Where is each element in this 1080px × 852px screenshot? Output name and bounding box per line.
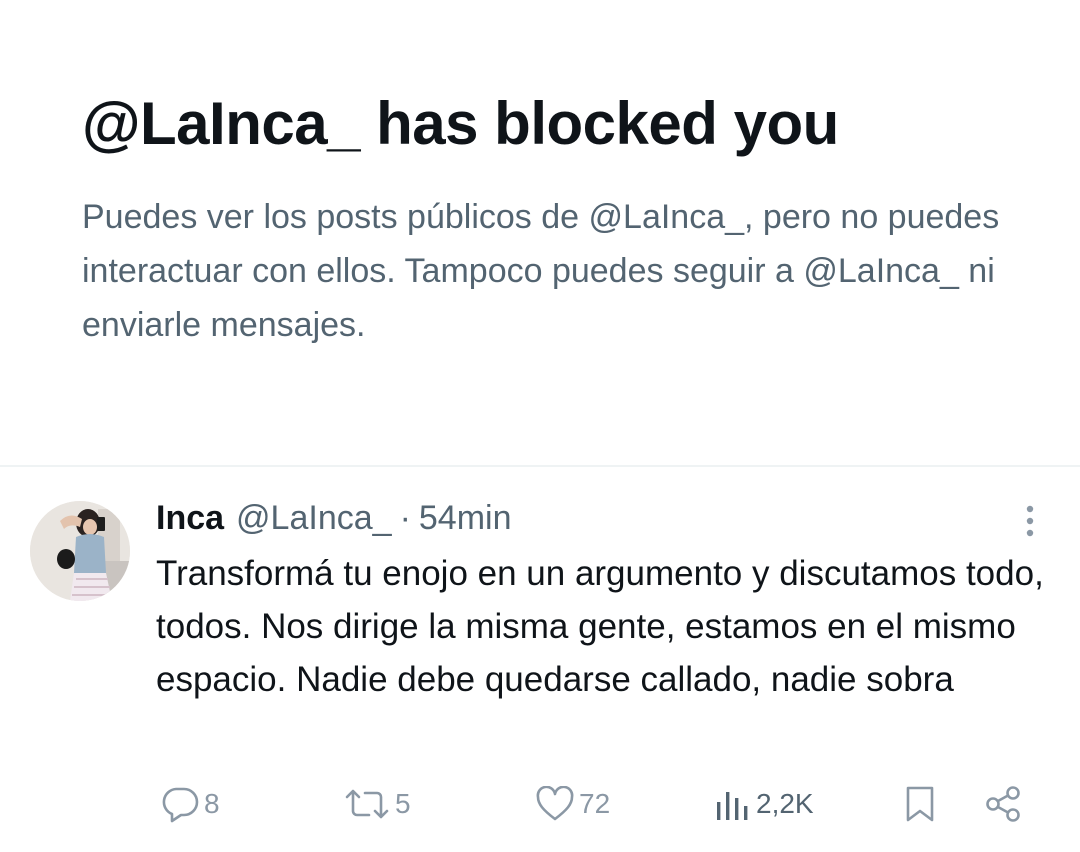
avatar-photo [30,501,130,601]
handle[interactable]: @LaInca_ [236,499,392,538]
more-vertical-icon [1026,505,1034,537]
reply-icon [162,787,199,823]
repost-count: 5 [395,788,411,819]
share-icon [986,786,1020,822]
reply-button[interactable]: 8 [160,779,220,829]
avatar[interactable] [30,501,130,601]
views-count: 2,2K [756,788,814,819]
blocked-notice: @LaInca_ has blocked you Puedes ver los … [0,0,1080,466]
timestamp[interactable]: 54min [419,499,512,538]
like-button[interactable]: 72 [535,779,610,829]
tweet[interactable]: Inca @LaInca_ · 54min Transformá tu enoj… [0,467,1080,852]
tweet-actions: 8 5 72 2,2K [0,779,1080,829]
repost-button[interactable]: 5 [343,779,411,829]
like-count: 72 [579,788,611,819]
more-options-button[interactable] [1010,501,1050,541]
heart-icon [536,786,574,821]
bookmark-icon [906,786,934,822]
bookmark-button[interactable] [902,779,938,829]
share-button[interactable] [984,779,1024,829]
separator: · [399,498,411,537]
views-button[interactable]: 2,2K [714,779,814,829]
blocked-title: @LaInca_ has blocked you [82,90,839,157]
repost-icon [345,789,389,819]
reply-count: 8 [204,788,220,819]
views-chart-icon [717,792,748,820]
tweet-header: Inca @LaInca_ · 54min [156,495,512,541]
display-name[interactable]: Inca [156,499,224,538]
blocked-description: Puedes ver los posts públicos de @LaInca… [82,198,1000,344]
tweet-text: Transformá tu enojo en un argumento y di… [156,554,1044,699]
